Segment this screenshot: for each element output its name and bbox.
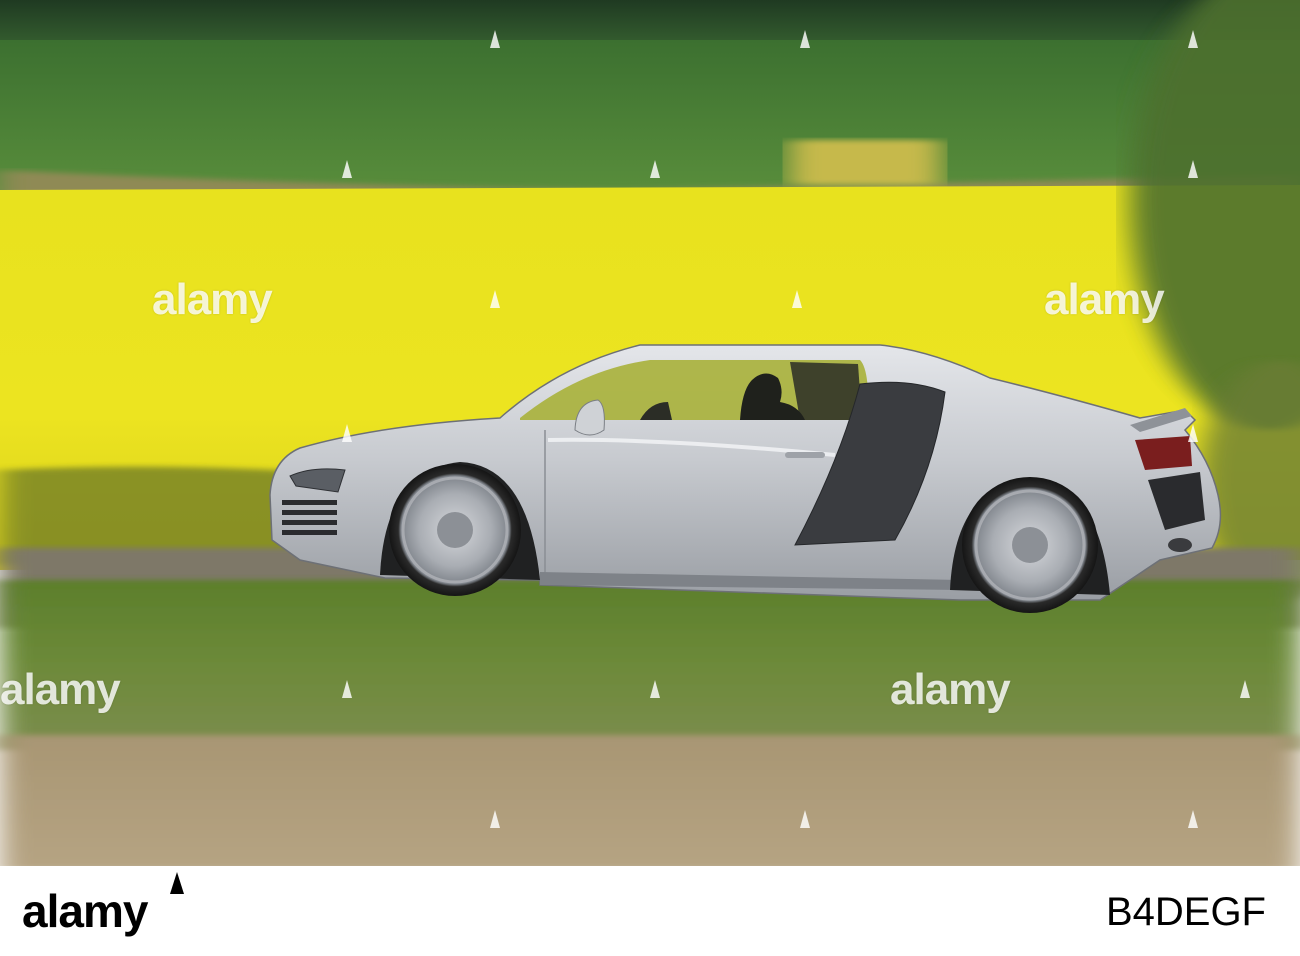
image-id: B4DEGF [1105, 890, 1266, 934]
watermark-a-icon [650, 680, 660, 698]
watermark-a-icon [1240, 680, 1250, 698]
watermark-a-icon [490, 810, 500, 828]
watermark-a-icon [342, 680, 352, 698]
watermark-a-icon [1188, 160, 1198, 178]
watermark-a-icon [490, 30, 500, 48]
photo-scene [0, 0, 1300, 866]
watermark-text: alamy [0, 665, 121, 714]
watermark-text: alamy [890, 665, 1011, 714]
watermark-a-icon [342, 160, 352, 178]
watermark-text: alamy [152, 275, 273, 324]
watermark-a-icon [1188, 424, 1198, 442]
brand-a-icon [170, 872, 184, 894]
watermark-text: alamy [1044, 275, 1165, 324]
watermark-a-icon [650, 160, 660, 178]
watermark-a-icon [1188, 810, 1198, 828]
brand-logo: alamy [22, 885, 148, 937]
watermark-a-icon [792, 290, 802, 308]
photo: alamy alamy alamy alamy [0, 0, 1300, 866]
watermark-a-icon [1188, 30, 1198, 48]
watermark-a-icon [342, 424, 352, 442]
watermark-a-icon [490, 290, 500, 308]
watermark-a-icon [800, 810, 810, 828]
watermark-a-icon [800, 30, 810, 48]
